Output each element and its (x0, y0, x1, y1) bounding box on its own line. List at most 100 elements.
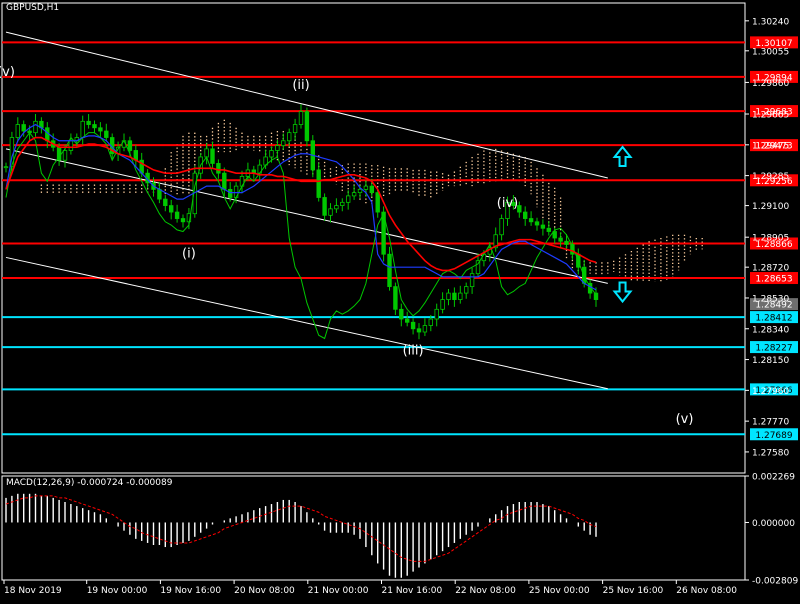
candle-body (363, 185, 369, 190)
price-tick-label: 1.28905 (752, 234, 789, 244)
candle-body (21, 124, 26, 132)
time-tick-label: 20 Nov 08:00 (234, 586, 295, 596)
candle-body (434, 308, 439, 320)
trend-channel-line (5, 148, 608, 284)
kumo-cloud (40, 119, 703, 282)
candle-body (157, 188, 162, 200)
price-tick-label: 1.27960 (752, 387, 789, 397)
candle-body (446, 292, 451, 300)
candle-body (440, 299, 445, 310)
candle-body (334, 205, 339, 210)
candle-body (369, 185, 374, 194)
price-pane-frame (1, 2, 746, 474)
candle-body (357, 188, 363, 194)
price-tick-label: 1.27580 (752, 448, 789, 458)
price-tick-label: 1.28720 (752, 264, 789, 274)
candle-body (351, 192, 357, 197)
price-tick-label: 1.29665 (752, 111, 789, 121)
time-tick-label: 26 Nov 08:00 (676, 586, 737, 596)
candle-body (92, 124, 97, 129)
time-axis: 18 Nov 2019 19 Nov 00:00 19 Nov 16:00 20 No… (3, 580, 737, 596)
candle-body (86, 120, 91, 125)
price-tick-label: 1.29285 (752, 172, 789, 182)
candle-body (582, 266, 587, 284)
macd-tick-label: 0.002269 (752, 473, 795, 483)
candle-body (410, 321, 416, 330)
candle-body (210, 148, 215, 164)
candle-body (163, 198, 168, 206)
candle-body (222, 172, 227, 190)
price-tick-label: 1.30055 (752, 47, 789, 57)
candle-body (33, 120, 38, 134)
macd-tick-label: -0.002809 (752, 577, 798, 587)
candle-body (416, 328, 422, 333)
wave-label: (v) (676, 412, 694, 427)
candle-body (552, 231, 557, 239)
candle-body (204, 148, 209, 158)
candle-body (316, 169, 321, 198)
macd-axis: 0.002269 0.000000 -0.002809 (745, 473, 798, 587)
time-tick-label: 21 Nov 16:00 (382, 586, 443, 596)
candle-body (216, 163, 221, 174)
chart-window[interactable]: 1.30107 1.29894 1.29683 1.29473 1.29256 1.288… (0, 0, 800, 600)
price-tick-label: 1.28340 (752, 325, 789, 335)
candle-body (281, 140, 286, 147)
candle-body (3, 166, 9, 169)
candle-body (340, 201, 345, 206)
price-tick-label: 1.28530 (752, 294, 789, 304)
candle-body (481, 253, 487, 262)
candle-body (168, 205, 174, 213)
candle-body (546, 227, 551, 232)
candle-body (98, 127, 103, 132)
candle-body (62, 150, 68, 161)
wave-label: (i) (182, 246, 196, 261)
candle-body (275, 145, 280, 151)
macd-title: MACD(12,26,9) -0.000724 -0.000089 (6, 478, 173, 488)
candles (3, 104, 599, 340)
price-tick-label: 1.30240 (752, 17, 789, 27)
candle-body (523, 211, 528, 219)
arrow-down-icon (612, 281, 633, 304)
time-tick-label: 25 Nov 00:00 (529, 586, 590, 596)
candle-body (404, 318, 410, 323)
candle-body (328, 208, 333, 216)
candle-body (469, 273, 475, 288)
candle-body (528, 218, 534, 223)
macd-signal-line (5, 495, 597, 562)
candle-body (399, 308, 404, 320)
support-level-label: 1.28227 (755, 344, 792, 354)
wave-label: (ii) (292, 78, 309, 93)
time-tick-label: 21 Nov 00:00 (308, 586, 369, 596)
macd-pane-frame (1, 475, 746, 581)
candle-body (227, 188, 233, 198)
time-tick-label: 19 Nov 16:00 (160, 586, 221, 596)
time-tick-label: 18 Nov 2019 (4, 586, 62, 596)
wave-label: (iii) (403, 344, 424, 359)
macd-histogram (5, 493, 597, 578)
candle-body (304, 111, 310, 142)
candle-body (68, 140, 74, 151)
candle-body (387, 253, 392, 288)
candle-body (80, 120, 85, 138)
candle-body (428, 318, 433, 326)
candle-body (174, 211, 180, 219)
wave-label: (iv) (497, 196, 518, 211)
candle-body (534, 221, 540, 226)
price-chart[interactable]: 1.301071.298941.296831.294731.292561.288… (0, 0, 800, 600)
wave-label: (v) (0, 65, 15, 80)
symbol-title: GBPUSD,H1 (6, 3, 60, 13)
candle-body (298, 111, 304, 125)
candle-body (393, 286, 398, 310)
candle-body (452, 292, 457, 300)
arrow-up-icon (612, 145, 633, 167)
resistance-level-label: 1.28653 (755, 275, 792, 285)
candle-body (286, 132, 292, 142)
price-axis: 1.30240 1.30055 1.29860 1.29665 1.29475 1.292… (745, 17, 789, 458)
candle-body (463, 286, 469, 294)
macd-tick-label: 0.000000 (752, 519, 795, 529)
support-level-label: 1.27689 (755, 431, 792, 441)
time-tick-label: 19 Nov 00:00 (87, 586, 148, 596)
candle-body (422, 325, 428, 333)
price-tick-label: 1.29475 (752, 141, 789, 151)
candle-body (499, 218, 504, 236)
